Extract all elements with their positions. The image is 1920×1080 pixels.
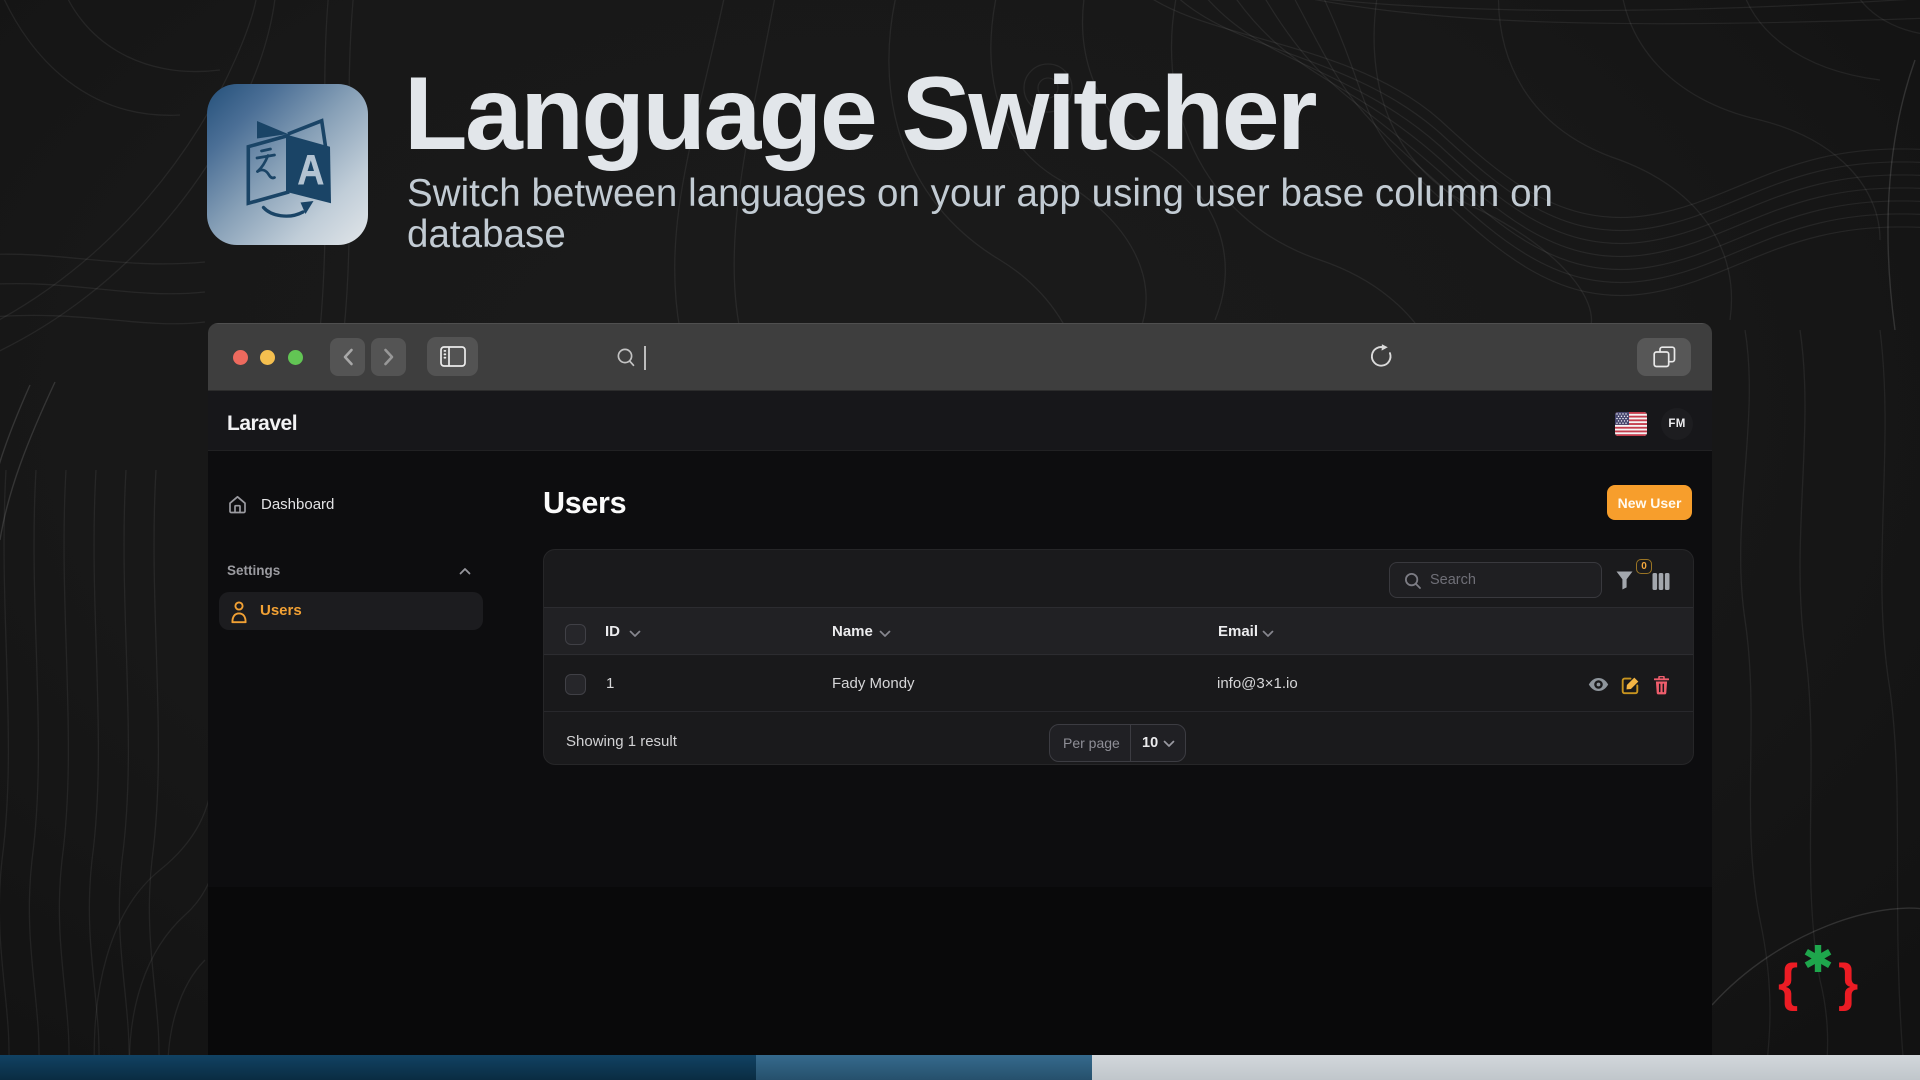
svg-text:}: } — [1838, 954, 1858, 1012]
svg-text:{: { — [1778, 954, 1798, 1012]
